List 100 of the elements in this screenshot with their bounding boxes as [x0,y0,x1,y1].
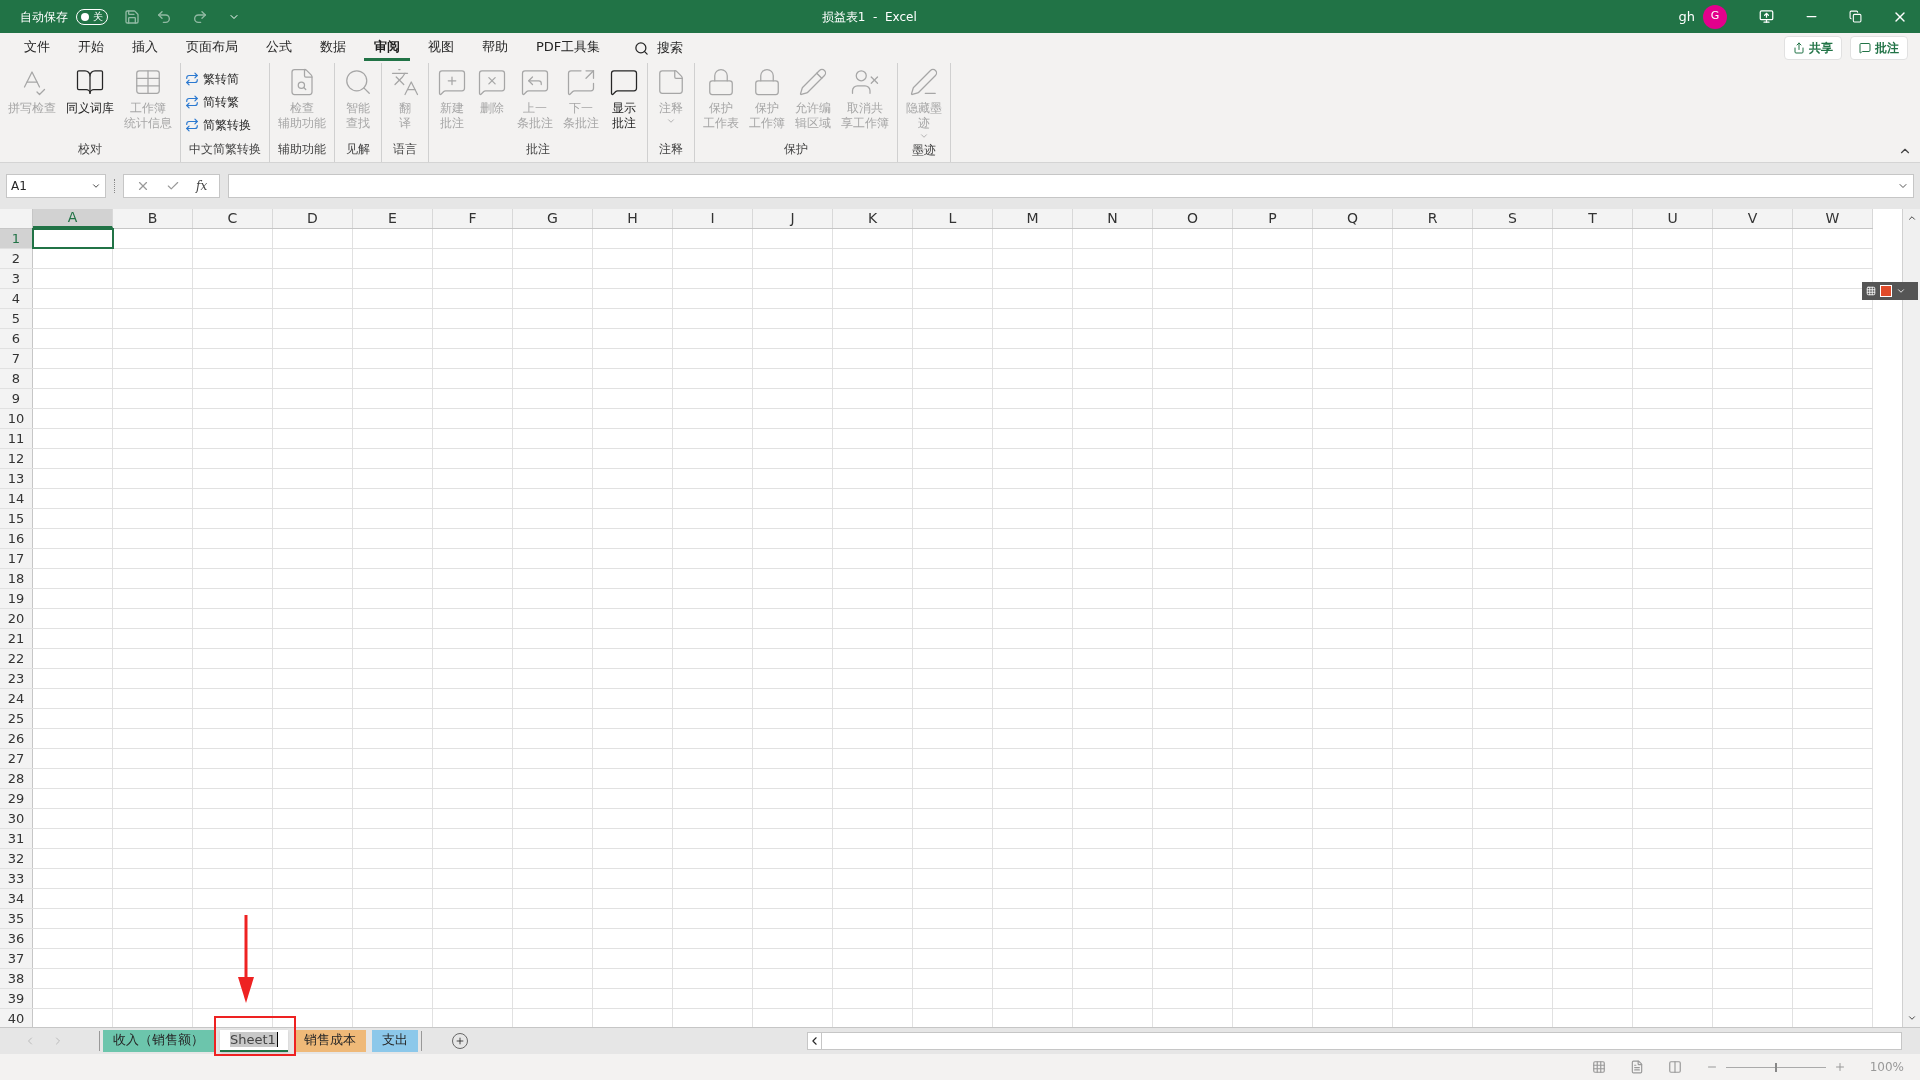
row-header[interactable]: 36 [0,929,33,948]
search-button[interactable]: 搜索 [634,38,684,58]
row-header[interactable]: 23 [0,669,33,688]
row-header[interactable]: 17 [0,549,33,568]
page-layout-icon[interactable] [1629,1060,1644,1074]
zoom-slider[interactable] [1725,1062,1826,1072]
formula-input[interactable] [228,174,1914,198]
row-header[interactable]: 29 [0,789,33,808]
column-header[interactable]: U [1633,209,1713,228]
column-header[interactable]: T [1553,209,1633,228]
page-break-icon[interactable] [1667,1060,1682,1074]
row-header[interactable]: 8 [0,369,33,388]
row-header[interactable]: 12 [0,449,33,468]
ribbon-display-icon[interactable] [1759,9,1774,24]
row-header[interactable]: 16 [0,529,33,548]
row-header[interactable]: 33 [0,869,33,888]
column-header[interactable]: Q [1313,209,1393,228]
row-header[interactable]: 18 [0,569,33,588]
menu-tab[interactable]: 开始 [68,35,114,61]
menu-tab[interactable]: 视图 [418,35,464,61]
row-header[interactable]: 27 [0,749,33,768]
zoom-in-icon[interactable] [1833,1061,1846,1073]
scroll-down-icon[interactable] [1906,1013,1917,1023]
column-header[interactable]: A [33,209,113,228]
sheet-tab[interactable]: Sheet1 [220,1030,288,1052]
row-header[interactable]: 34 [0,889,33,908]
menu-tab[interactable]: 插入 [122,35,168,61]
sheet-tab[interactable]: 销售成本 [293,1030,366,1052]
ribbon-button[interactable]: 简繁转换 [185,115,251,135]
column-header[interactable]: M [993,209,1073,228]
enter-icon[interactable] [166,179,180,193]
row-header[interactable]: 31 [0,829,33,848]
menu-tab[interactable]: 数据 [310,35,356,61]
row-header[interactable]: 19 [0,589,33,608]
row-header[interactable]: 24 [0,689,33,708]
restore-icon[interactable] [1849,10,1862,23]
menu-tab[interactable]: 帮助 [472,35,518,61]
row-header[interactable]: 32 [0,849,33,868]
row-header[interactable]: 30 [0,809,33,828]
comments-button[interactable]: 批注 [1850,36,1908,60]
row-header[interactable]: 5 [0,309,33,328]
column-header[interactable]: L [913,209,993,228]
menu-tab[interactable]: PDF工具集 [526,35,611,61]
column-header[interactable]: S [1473,209,1553,228]
ribbon-button[interactable]: 繁转简 [185,69,251,89]
insert-function-button[interactable]: fx [196,177,208,195]
column-header[interactable]: N [1073,209,1153,228]
ribbon-button[interactable]: 同义词库 [62,67,118,140]
row-header[interactable]: 38 [0,969,33,988]
row-header[interactable]: 22 [0,649,33,668]
column-header[interactable]: O [1153,209,1233,228]
row-header[interactable]: 3 [0,269,33,288]
column-header[interactable]: G [513,209,593,228]
name-box[interactable]: A1 [6,174,106,198]
column-header[interactable]: B [113,209,193,228]
row-header[interactable]: 14 [0,489,33,508]
column-header[interactable]: D [273,209,353,228]
sheet-tab[interactable]: 支出 [371,1030,418,1052]
share-button[interactable]: 共享 [1784,36,1842,60]
row-header[interactable]: 7 [0,349,33,368]
row-header[interactable]: 6 [0,329,33,348]
column-header[interactable]: C [193,209,273,228]
column-header[interactable]: H [593,209,673,228]
row-header[interactable]: 13 [0,469,33,488]
column-header[interactable]: K [833,209,913,228]
row-header[interactable]: 21 [0,629,33,648]
row-header[interactable]: 28 [0,769,33,788]
row-header[interactable]: 35 [0,909,33,928]
row-header[interactable]: 11 [0,429,33,448]
cancel-icon[interactable] [136,179,150,193]
column-header[interactable]: E [353,209,433,228]
row-header[interactable]: 2 [0,249,33,268]
scroll-up-icon[interactable] [1906,213,1917,223]
row-header[interactable]: 9 [0,389,33,408]
row-header[interactable]: 15 [0,509,33,528]
floating-toolbar[interactable] [1862,282,1918,300]
row-header[interactable]: 20 [0,609,33,628]
column-header[interactable]: P [1233,209,1313,228]
active-cell[interactable] [33,229,113,248]
column-header[interactable]: I [673,209,753,228]
row-header[interactable]: 26 [0,729,33,748]
normal-view-icon[interactable] [1591,1060,1606,1074]
row-header[interactable]: 25 [0,709,33,728]
menu-tab[interactable]: 页面布局 [176,35,248,61]
menu-tab[interactable]: 文件 [14,35,60,61]
row-header[interactable]: 39 [0,989,33,1008]
column-header[interactable]: J [753,209,833,228]
ribbon-button[interactable]: 简转繁 [185,92,251,112]
row-header[interactable]: 10 [0,409,33,428]
column-header[interactable]: R [1393,209,1473,228]
zoom-slider-thumb[interactable] [1774,1062,1777,1072]
menu-tab[interactable]: 公式 [256,35,302,61]
row-header[interactable]: 37 [0,949,33,968]
ribbon-button[interactable]: 显示 批注 [605,67,643,140]
row-header[interactable]: 1 [0,229,33,248]
row-header[interactable]: 4 [0,289,33,308]
column-header[interactable]: F [433,209,513,228]
column-header[interactable]: V [1713,209,1793,228]
user-avatar[interactable]: G [1703,4,1727,29]
sheet-tab[interactable]: 收入（销售额） [103,1030,214,1052]
